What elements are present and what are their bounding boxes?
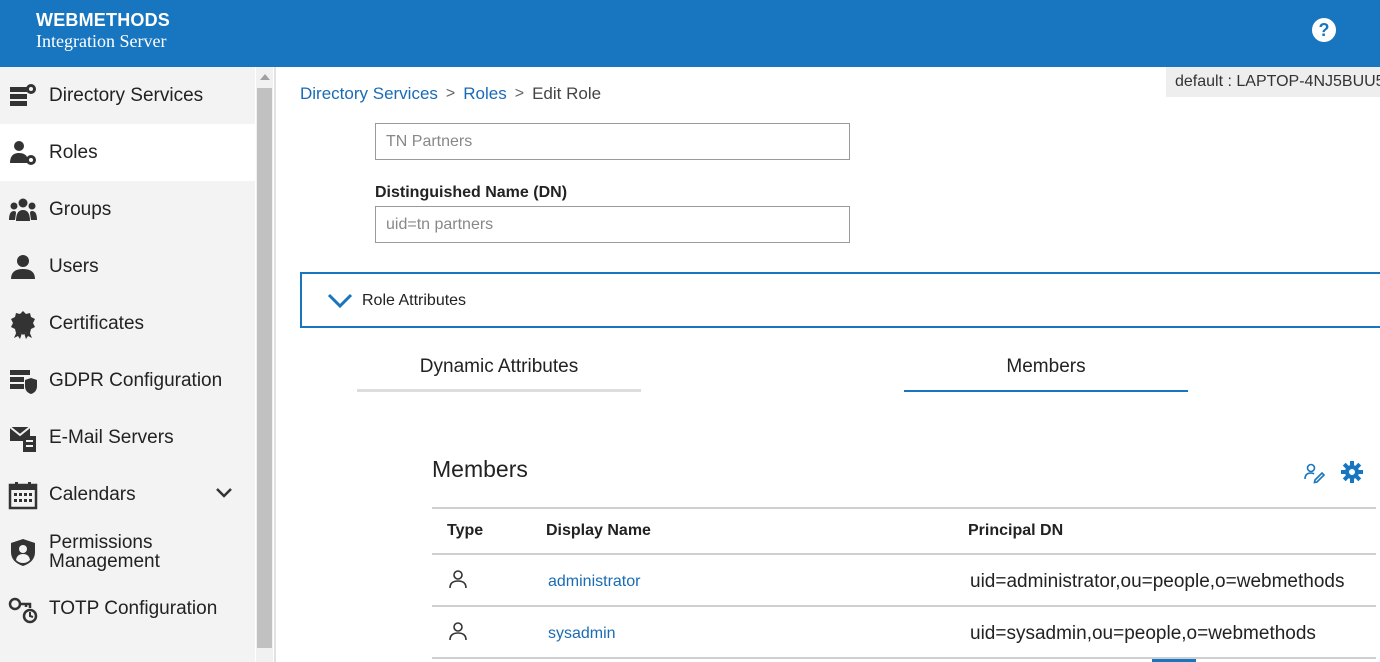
tab-dynamic-attributes[interactable]: Dynamic Attributes <box>357 356 641 392</box>
breadcrumb-directory-services[interactable]: Directory Services <box>300 84 438 104</box>
accordion-label: Role Attributes <box>362 292 467 309</box>
role-name-input[interactable]: TN Partners <box>375 123 850 160</box>
user-icon <box>448 569 468 594</box>
dn-label: Distinguished Name (DN) <box>375 184 568 201</box>
brand-title: WEBMETHODS <box>36 10 170 30</box>
column-header-type: Type <box>447 522 484 539</box>
roles-icon <box>8 138 38 168</box>
sidebar-item-groups[interactable]: Groups <box>0 181 255 238</box>
tab-members[interactable]: Members <box>904 356 1188 392</box>
sidebar: Directory Services Roles Groups Users Ce… <box>0 67 255 662</box>
server-tag: default : LAPTOP-4NJ5BUU5 <box>1166 67 1380 97</box>
tab-label: Members <box>1006 356 1086 377</box>
gear-icon[interactable] <box>1340 460 1364 489</box>
sidebar-item-label: Groups <box>49 199 112 220</box>
email-servers-icon <box>8 423 38 453</box>
certificate-icon <box>8 309 38 339</box>
help-button[interactable]: ? <box>1312 18 1336 42</box>
sidebar-item-label-line2: Management <box>49 550 160 572</box>
sidebar-item-label: TOTP Configuration <box>49 598 218 619</box>
member-principal-dn: uid=sysadmin,ou=people,o=webmethods <box>970 623 1316 644</box>
member-display-name-link[interactable]: sysadmin <box>548 625 616 643</box>
role-attributes-accordion[interactable]: Role Attributes <box>300 272 1380 328</box>
shield-user-icon <box>8 537 38 567</box>
breadcrumb-roles[interactable]: Roles <box>463 84 506 104</box>
sidebar-item-label: E-Mail Servers <box>49 427 174 448</box>
groups-icon <box>8 195 38 225</box>
app-header: WEBMETHODS Integration Server ? <box>0 0 1380 67</box>
breadcrumb-separator: > <box>445 85 456 102</box>
chevron-down-icon <box>326 291 354 314</box>
sidebar-item-gdpr-configuration[interactable]: GDPR Configuration <box>0 352 255 409</box>
sidebar-item-certificates[interactable]: Certificates <box>0 295 255 352</box>
table-row-border <box>432 657 1376 659</box>
member-display-name-link[interactable]: administrator <box>548 573 640 591</box>
sidebar-item-directory-services[interactable]: Directory Services <box>0 67 255 124</box>
chevron-down-icon[interactable] <box>215 486 233 505</box>
calendar-icon <box>8 480 38 510</box>
sidebar-item-label: Directory Services <box>49 85 204 106</box>
edit-members-icon[interactable] <box>1303 462 1326 489</box>
brand-subtitle: Integration Server <box>36 31 167 51</box>
tab-label: Dynamic Attributes <box>419 356 579 377</box>
totp-key-icon <box>8 594 38 624</box>
member-principal-dn: uid=administrator,ou=people,o=webmethods <box>970 571 1345 592</box>
sidebar-item-label: Users <box>49 256 99 277</box>
table-header-border <box>432 553 1376 555</box>
tab-underline-active <box>904 390 1188 392</box>
sidebar-divider <box>274 67 276 662</box>
dn-input[interactable]: uid=tn partners <box>375 206 850 243</box>
breadcrumb-edit-role: Edit Role <box>532 84 602 103</box>
sidebar-item-calendars[interactable]: Calendars <box>0 466 255 523</box>
tab-underline <box>357 389 641 392</box>
breadcrumb-separator: > <box>514 85 525 102</box>
users-icon <box>8 252 38 282</box>
breadcrumb: Directory Services > Roles > Edit Role <box>300 84 601 104</box>
sidebar-item-users[interactable]: Users <box>0 238 255 295</box>
sidebar-item-permissions-management[interactable]: Permissions Management <box>0 523 255 580</box>
table-row-border <box>432 605 1376 607</box>
sidebar-scrollbar-thumb[interactable] <box>257 88 272 648</box>
sidebar-item-label: Roles <box>49 142 98 163</box>
user-icon <box>448 621 468 646</box>
help-icon: ? <box>1318 19 1330 40</box>
members-title: Members <box>432 456 528 482</box>
sidebar-item-label: Certificates <box>49 313 145 334</box>
sidebar-item-label: Calendars <box>49 484 136 505</box>
table-top-border <box>432 507 1376 509</box>
sidebar-item-label: GDPR Configuration <box>49 370 223 391</box>
column-header-display-name: Display Name <box>546 522 651 539</box>
sidebar-item-totp-configuration[interactable]: TOTP Configuration <box>0 580 255 637</box>
scroll-up-icon[interactable] <box>260 74 270 80</box>
sidebar-item-email-servers[interactable]: E-Mail Servers <box>0 409 255 466</box>
gdpr-icon <box>8 366 38 396</box>
directory-services-icon <box>8 81 38 111</box>
sidebar-item-roles[interactable]: Roles <box>0 124 255 181</box>
sidebar-item-label: Permissions Management <box>49 533 160 571</box>
sidebar-item-label-line1: Permissions <box>49 531 153 553</box>
column-header-principal-dn: Principal DN <box>968 522 1064 539</box>
